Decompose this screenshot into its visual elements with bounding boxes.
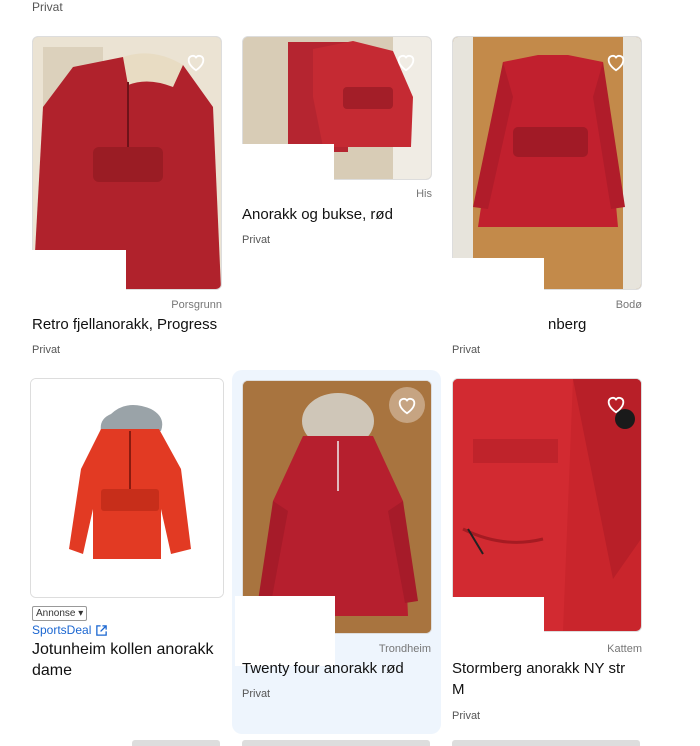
heart-icon	[397, 55, 415, 72]
ad-photo[interactable]	[30, 378, 224, 598]
image-overlay	[242, 144, 334, 202]
favorite-button[interactable]	[393, 49, 419, 75]
image-overlay	[32, 250, 126, 306]
listing-photo[interactable]	[452, 36, 642, 290]
image-overlay	[235, 596, 335, 666]
favorite-button[interactable]	[603, 391, 629, 417]
listing-card[interactable]: Bodø nberg Privat	[452, 36, 642, 366]
heart-icon	[607, 55, 625, 72]
image-overlay	[452, 258, 544, 336]
listing-card[interactable]: His Anorakk og bukse, rød Privat	[242, 36, 432, 256]
image-overlay	[452, 597, 544, 667]
next-row-image	[452, 740, 640, 746]
next-row-image	[132, 740, 220, 746]
listing-location: His	[416, 188, 432, 200]
listing-card[interactable]: Porsgrunn Retro fjellanorakk, Progress P…	[32, 36, 222, 366]
listing-title[interactable]: Twenty four anorakk rød	[242, 658, 404, 676]
listing-title[interactable]: nberg	[548, 314, 586, 332]
listing-seller: Privat	[242, 234, 271, 246]
listing-location: Porsgrunn	[171, 299, 222, 311]
favorite-button[interactable]	[183, 49, 209, 75]
favorite-button[interactable]	[603, 49, 629, 75]
listing-card[interactable]: Kattem Stormberg anorakk NY str M Privat	[452, 378, 642, 728]
listing-photo[interactable]	[452, 378, 642, 632]
listing-seller: Privat	[452, 344, 481, 356]
ad-title[interactable]: Jotunheim kollen anorakk dame	[32, 639, 232, 675]
heart-icon	[187, 55, 205, 72]
listing-title[interactable]: Retro fjellanorakk, Progress	[32, 314, 217, 332]
ad-image	[31, 379, 223, 597]
listing-seller: Privat	[32, 344, 61, 356]
external-link-icon	[96, 624, 108, 636]
listing-title[interactable]: Anorakk og bukse, rød	[242, 204, 393, 222]
listing-seller: Privat	[242, 688, 271, 700]
next-row-image	[242, 740, 430, 746]
listing-title[interactable]: Stormberg anorakk NY str M	[452, 658, 640, 698]
ad-card[interactable]: Annonse ▾ SportsDeal Jotunheim kollen an…	[30, 378, 226, 678]
top-seller-label: Privat	[32, 0, 63, 14]
listing-card[interactable]: Trondheim Twenty four anorakk rød Privat	[232, 370, 441, 734]
ad-brand-name[interactable]: SportsDeal	[32, 623, 91, 637]
ad-label[interactable]: Annonse ▾	[32, 606, 88, 621]
favorite-button[interactable]	[389, 387, 425, 423]
listing-location: Kattem	[607, 643, 642, 655]
listing-seller: Privat	[452, 710, 481, 722]
listing-location: Bodø	[615, 299, 642, 311]
listing-location: Trondheim	[378, 643, 431, 655]
heart-icon	[607, 397, 625, 414]
heart-icon	[398, 398, 416, 415]
ad-brand-link[interactable]: SportsDeal	[32, 623, 108, 637]
